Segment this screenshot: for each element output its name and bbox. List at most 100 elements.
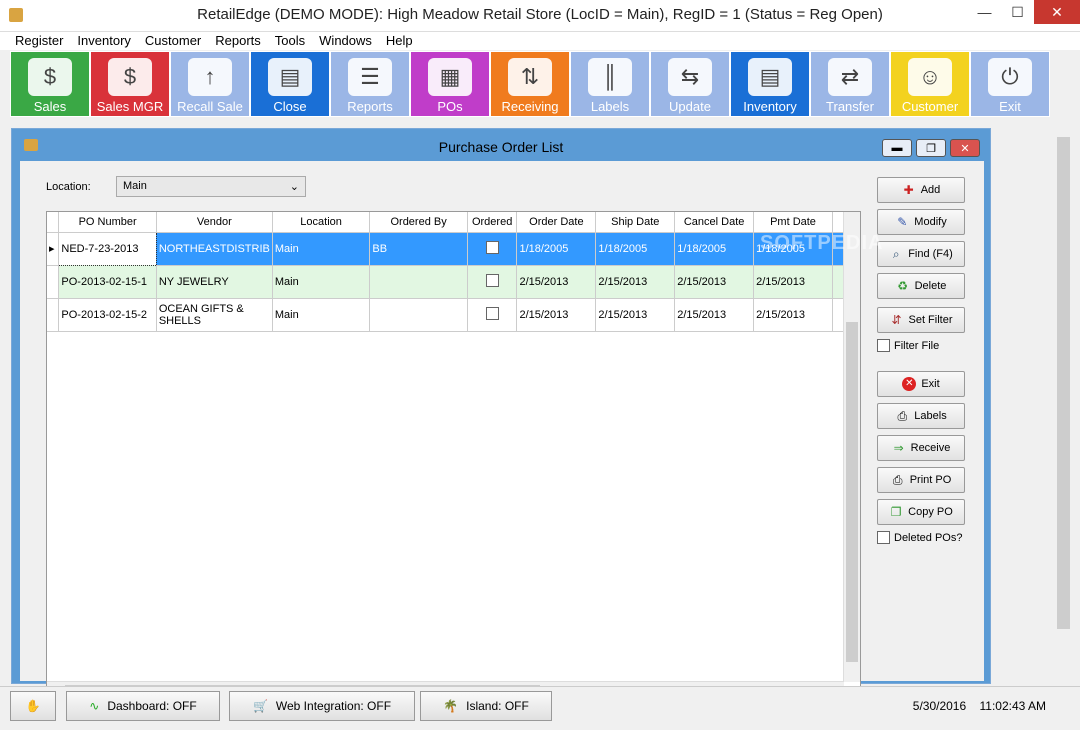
ordered-checkbox[interactable] (467, 232, 518, 266)
col-ordered-by[interactable]: Ordered By (369, 212, 468, 233)
menu-inventory[interactable]: Inventory (70, 32, 137, 50)
order-date-cell[interactable]: 2/15/2013 (516, 265, 597, 299)
pmt-date-cell[interactable]: 2/15/2013 (753, 298, 833, 332)
modify-button[interactable]: ✎ Modify (877, 209, 965, 235)
close-icon: ▤ (268, 58, 312, 96)
menu-reports[interactable]: Reports (208, 32, 268, 50)
ordered-checkbox[interactable] (467, 298, 518, 332)
toolbar-receiving-button[interactable]: ⇅ Receiving (490, 51, 570, 117)
location-select[interactable]: Main ⌄ (116, 176, 306, 197)
toolbar-sales-button[interactable]: $ Sales (10, 51, 90, 117)
minimize-button[interactable]: — (968, 0, 1001, 24)
chevron-down-icon: ⌄ (289, 181, 299, 193)
window-title: RetailEdge (DEMO MODE): High Meadow Reta… (197, 6, 883, 23)
menu-tools[interactable]: Tools (268, 32, 312, 50)
po-grid[interactable]: PO Number Vendor Location Ordered By Ord… (46, 211, 861, 699)
watermark: SOFTPEDIA (760, 232, 884, 254)
exit-icon: ⏻ (988, 58, 1032, 96)
print-po-button[interactable]: ⎙ Print PO (877, 467, 965, 493)
dialog-close-button[interactable]: ✕ (950, 139, 980, 157)
toolbar-exit-button[interactable]: ⏻ Exit (970, 51, 1050, 117)
location-cell[interactable]: Main (272, 298, 371, 332)
labels-button[interactable]: ⎙ Labels (877, 403, 965, 429)
toolbar-recall-sale-button[interactable]: ↑ Recall Sale (170, 51, 250, 117)
pulse-icon: ∿ (89, 699, 100, 713)
col-ship-date[interactable]: Ship Date (595, 212, 676, 233)
toolbar-close-button[interactable]: ▤ Close (250, 51, 330, 117)
table-row[interactable]: ▸ NED-7-23-2013 NORTHEASTDISTRIB Main BB… (47, 231, 861, 266)
col-location[interactable]: Location (272, 212, 371, 233)
main-vertical-scrollbar[interactable] (1055, 125, 1072, 685)
vendor-cell[interactable]: NORTHEASTDISTRIB (156, 232, 273, 266)
toolbar-labels-button[interactable]: ║ Labels (570, 51, 650, 117)
col-vendor[interactable]: Vendor (156, 212, 273, 233)
maximize-button[interactable]: ☐ (1001, 0, 1034, 24)
location-cell[interactable]: Main (272, 265, 371, 299)
close-button[interactable]: ✕ (1034, 0, 1080, 24)
grid-vertical-scrollbar[interactable] (843, 212, 860, 682)
cancel-date-cell[interactable]: 2/15/2013 (674, 298, 755, 332)
toolbar-update-button[interactable]: ⇆ Update (650, 51, 730, 117)
exit-button[interactable]: ✕ Exit (877, 371, 965, 397)
toolbar-label: Reports (347, 99, 393, 114)
ordered-by-cell[interactable] (369, 298, 468, 332)
pmt-date-cell[interactable]: 2/15/2013 (753, 265, 833, 299)
ship-date-cell[interactable]: 2/15/2013 (595, 265, 676, 299)
toolbar-label: Sales MGR (96, 99, 164, 114)
add-button[interactable]: ✚ Add (877, 177, 965, 203)
status-bar: ✋ ∿ Dashboard: OFF 🛒 Web Integration: OFF … (0, 686, 1080, 730)
menu-register[interactable]: Register (8, 32, 70, 50)
order-date-cell[interactable]: 2/15/2013 (516, 298, 597, 332)
po-number-cell[interactable]: PO-2013-02-15-2 (58, 298, 157, 332)
po-number-cell[interactable]: NED-7-23-2013 (58, 231, 157, 266)
main-toolbar: $ Sales $ Sales MGR ↑ Recall Sale ▤ Close ☰ Repor… (10, 51, 1050, 117)
set-filter-button[interactable]: ⇵ Set Filter (877, 307, 965, 333)
ship-date-cell[interactable]: 1/18/2005 (595, 232, 676, 266)
receive-button[interactable]: ⇒ Receive (877, 435, 965, 461)
menu-help[interactable]: Help (379, 32, 420, 50)
register-drawer-button[interactable]: ✋ (10, 691, 56, 721)
toolbar-transfer-button[interactable]: ⇄ Transfer (810, 51, 890, 117)
ordered-checkbox[interactable] (467, 265, 518, 299)
receive-icon: ⇒ (893, 441, 904, 455)
ordered-by-cell[interactable]: BB (369, 232, 468, 266)
col-cancel-date[interactable]: Cancel Date (674, 212, 755, 233)
menu-windows[interactable]: Windows (312, 32, 379, 50)
web-integration-button[interactable]: 🛒 Web Integration: OFF (229, 691, 415, 721)
table-row[interactable]: PO-2013-02-15-2 OCEAN GIFTS & SHELLS Mai… (47, 298, 861, 332)
copy-po-button[interactable]: ❐ Copy PO (877, 499, 965, 525)
table-row[interactable]: PO-2013-02-15-1 NY JEWELRY Main 2/15/201… (47, 265, 861, 299)
find-button[interactable]: ⌕ Find (F4) (877, 241, 965, 267)
filter-file-checkbox[interactable]: Filter File (877, 339, 939, 352)
toolbar-label: Customer (901, 99, 959, 114)
ship-date-cell[interactable]: 2/15/2013 (595, 298, 676, 332)
ordered-by-cell[interactable] (369, 265, 468, 299)
dialog-minimize-button[interactable]: ▬ (882, 139, 912, 157)
toolbar-label: Receiving (501, 99, 559, 114)
toolbar-label: Update (669, 99, 711, 114)
po-number-cell[interactable]: PO-2013-02-15-1 (58, 265, 157, 299)
island-button[interactable]: 🌴 Island: OFF (420, 691, 552, 721)
vendor-cell[interactable]: OCEAN GIFTS & SHELLS (156, 298, 273, 332)
cart-icon: 🛒 (252, 699, 268, 713)
vendor-cell[interactable]: NY JEWELRY (156, 265, 273, 299)
toolbar-customer-button[interactable]: ☺ Customer (890, 51, 970, 117)
col-ordered[interactable]: Ordered (467, 212, 518, 233)
col-order-date[interactable]: Order Date (516, 212, 597, 233)
location-cell[interactable]: Main (272, 232, 371, 266)
dialog-restore-button[interactable]: ❐ (916, 139, 946, 157)
cancel-date-cell[interactable]: 2/15/2013 (674, 265, 755, 299)
toolbar-reports-button[interactable]: ☰ Reports (330, 51, 410, 117)
col-pmt-date[interactable]: Pmt Date (753, 212, 833, 233)
menu-customer[interactable]: Customer (138, 32, 208, 50)
toolbar-pos-button[interactable]: ▦ POs (410, 51, 490, 117)
toolbar-sales-mgr-button[interactable]: $ Sales MGR (90, 51, 170, 117)
order-date-cell[interactable]: 1/18/2005 (516, 232, 597, 266)
deleted-pos-checkbox[interactable]: Deleted POs? (877, 531, 962, 544)
toolbar-inventory-button[interactable]: ▤ Inventory (730, 51, 810, 117)
dashboard-button[interactable]: ∿ Dashboard: OFF (66, 691, 220, 721)
col-po-number[interactable]: PO Number (58, 212, 157, 233)
menu-bar: Register Inventory Customer Reports Tool… (0, 32, 1080, 50)
delete-button[interactable]: ♻ Delete (877, 273, 965, 299)
cancel-date-cell[interactable]: 1/18/2005 (674, 232, 755, 266)
